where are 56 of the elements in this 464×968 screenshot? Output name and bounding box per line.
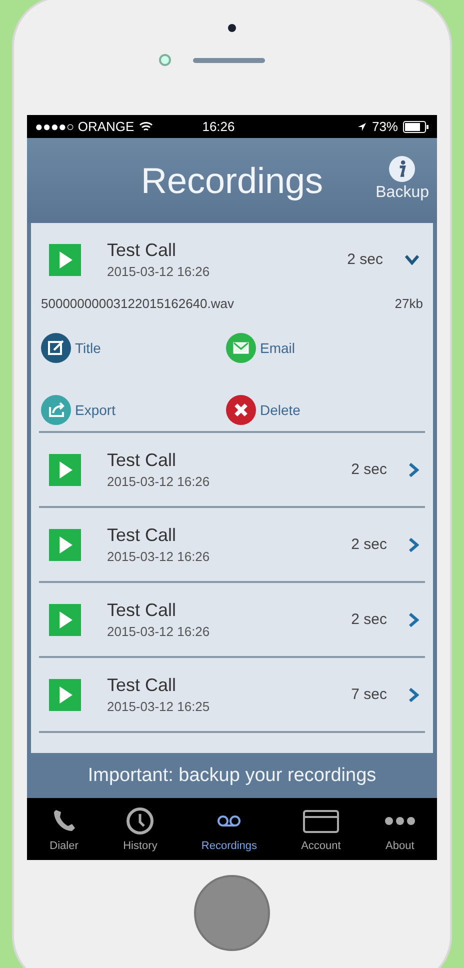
banner-text: Important: backup your recordings [88, 764, 376, 786]
recording-duration: 2 sec [351, 461, 387, 478]
recording-title: Test Call [107, 450, 178, 471]
recording-title: Test Call [107, 675, 178, 696]
play-icon[interactable] [49, 678, 81, 710]
wifi-icon [139, 121, 154, 132]
action-button[interactable]: Email [226, 333, 425, 363]
tab[interactable]: About [384, 806, 415, 852]
action-button[interactable]: Title [41, 333, 226, 363]
chevron-right-icon[interactable] [409, 688, 419, 702]
recording-duration: 2 sec [351, 611, 387, 628]
recording-date: 2015-03-12 16:25 [107, 699, 211, 714]
tab[interactable]: History [123, 806, 158, 852]
battery-icon [403, 120, 429, 132]
recording-duration: 7 sec [351, 686, 387, 703]
location-arrow-icon [356, 122, 367, 132]
recording-date: 2015-03-12 16:26 [107, 264, 211, 279]
action-button[interactable]: Export [41, 395, 226, 425]
recording-duration: 2 sec [347, 251, 383, 268]
battery-percent: 73% [372, 119, 398, 134]
recording-duration: 2 sec [351, 536, 387, 553]
recording-title: Test Call [107, 525, 178, 546]
recording-date: 2015-03-12 16:26 [107, 474, 211, 489]
carrier-label: ●●●●○ ORANGE [35, 119, 134, 134]
camera-icon [228, 24, 236, 32]
recording-row[interactable]: Test Call 2015-03-12 16:26 2 sec [39, 223, 425, 296]
sensor-icon [159, 54, 171, 66]
chevron-right-icon[interactable] [409, 538, 419, 552]
chevron-right-icon[interactable] [409, 462, 419, 476]
play-icon[interactable] [49, 244, 81, 276]
play-icon[interactable] [49, 528, 81, 560]
tab[interactable]: Recordings [201, 806, 258, 852]
file-size: 27kb [394, 296, 423, 311]
tab[interactable]: Dialer [49, 806, 80, 852]
info-icon [389, 156, 416, 182]
screen-title: Recordings [140, 160, 324, 202]
speaker-icon [193, 58, 265, 62]
recording-title: Test Call [107, 600, 178, 621]
recording-row[interactable]: Test Call 2015-03-12 16:26 2 sec [39, 508, 425, 581]
recording-row[interactable]: Test Call 2015-03-12 16:26 2 sec [39, 433, 425, 506]
chevron-down-icon[interactable] [405, 254, 419, 264]
clock-time: 16:26 [202, 119, 235, 134]
recording-date: 2015-03-12 16:26 [107, 624, 211, 639]
recording-row[interactable]: Test Call 2015-03-12 16:25 7 sec [39, 658, 425, 731]
clock-icon [125, 806, 156, 836]
more-icon [384, 817, 415, 825]
action-button[interactable]: Delete [226, 395, 425, 425]
chevron-right-icon[interactable] [409, 612, 419, 626]
file-name: 50000000003122015162640.wav [41, 296, 234, 311]
backup-button[interactable]: Backup [376, 156, 429, 202]
tab[interactable]: Account [301, 806, 341, 852]
play-icon[interactable] [49, 454, 81, 486]
recording-row[interactable]: Test Call 2015-03-12 16:26 2 sec [39, 583, 425, 656]
recording-date: 2015-03-12 16:26 [107, 549, 211, 564]
play-icon[interactable] [49, 604, 81, 636]
recording-title: Test Call [107, 240, 178, 261]
